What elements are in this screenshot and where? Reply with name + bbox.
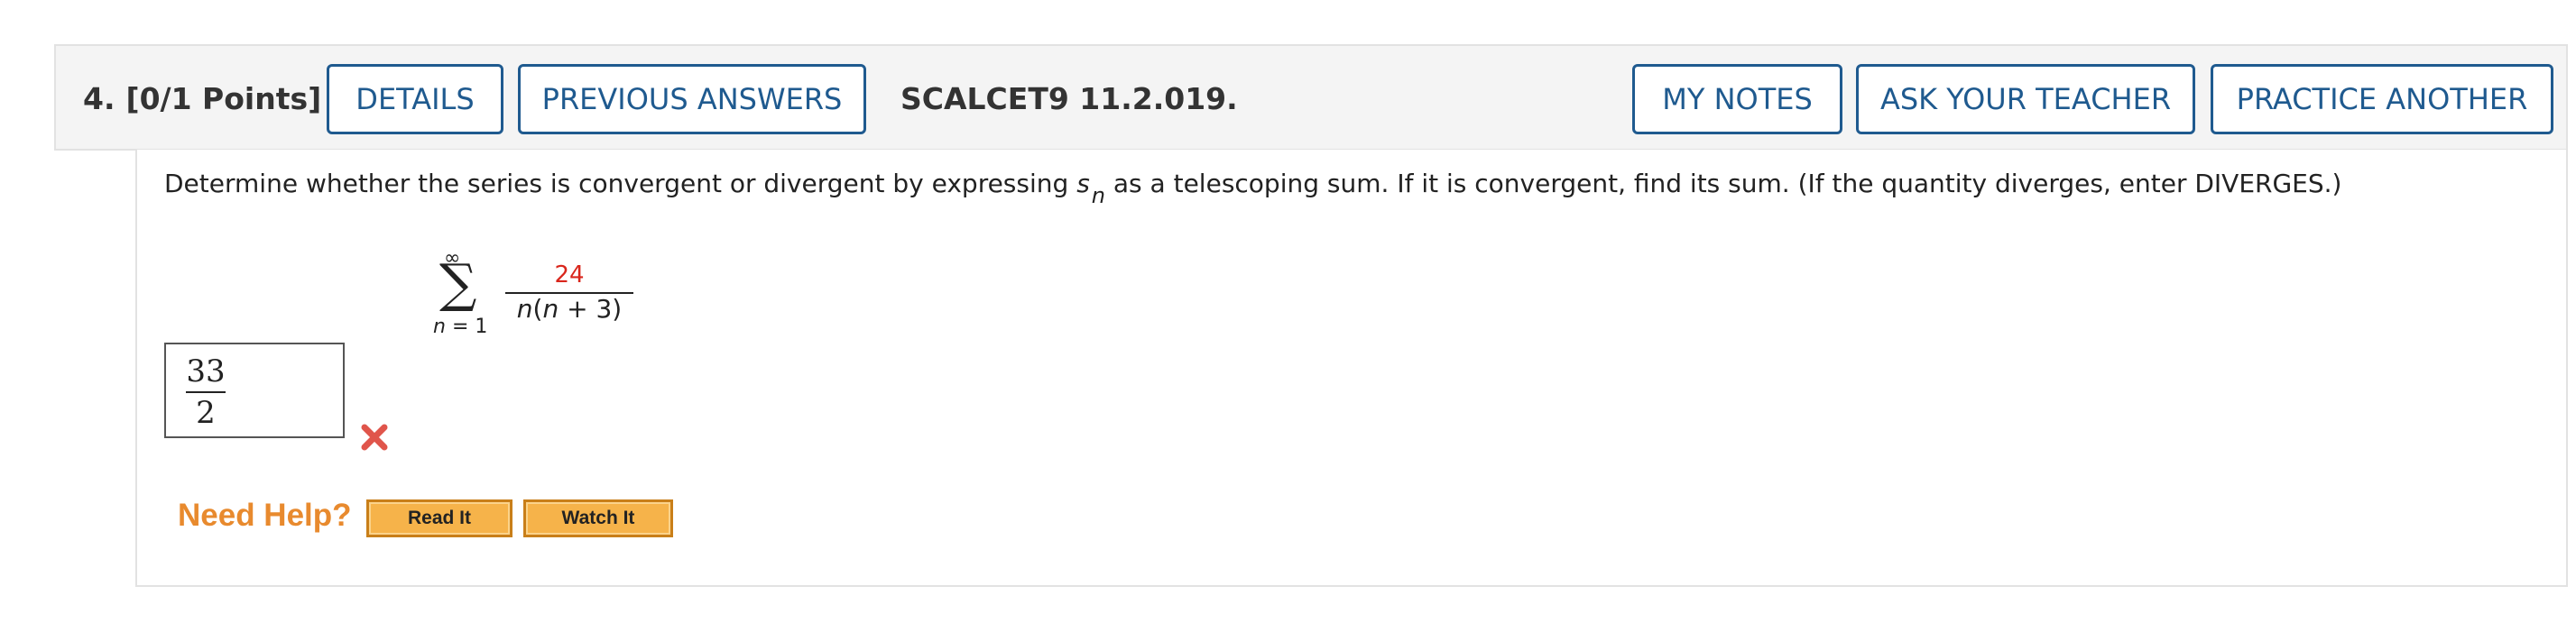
need-help-label: Need Help? xyxy=(178,498,352,533)
series-expression: ∞ ∑ n = 1 24 n(n + 3) xyxy=(300,247,642,373)
denominator-var-1: n xyxy=(516,294,533,324)
prompt-subscript: n xyxy=(1091,183,1105,208)
sum-lower-var: n xyxy=(433,316,446,338)
question-header: 4. [0/1 Points] DETAILS PREVIOUS ANSWERS … xyxy=(54,44,2568,151)
answer-numerator: 33 xyxy=(186,353,226,389)
sigma-symbol: ∑ xyxy=(439,252,477,314)
details-button[interactable]: DETAILS xyxy=(327,64,503,134)
sum-lower-limit: n = 1 xyxy=(433,316,487,338)
question-code: SCALCET9 11.2.019. xyxy=(900,81,1238,116)
sum-lower-eq: = 1 xyxy=(445,316,488,338)
prompt-text-after: as a telescoping sum. If it is convergen… xyxy=(1105,169,2342,198)
denominator-var-2: n xyxy=(542,294,559,324)
fraction-denominator: n(n + 3) xyxy=(505,294,633,324)
answer-input[interactable]: 33 2 xyxy=(164,343,345,438)
answer-denominator: 2 xyxy=(196,395,216,431)
denominator-rest: + 3) xyxy=(559,294,623,324)
read-it-button[interactable]: Read It xyxy=(366,499,512,537)
answer-fraction-bar xyxy=(186,391,226,393)
ask-your-teacher-button[interactable]: ASK YOUR TEACHER xyxy=(1856,64,2195,134)
watch-it-button[interactable]: Watch It xyxy=(523,499,673,537)
question-number: 4. [0/1 Points] xyxy=(83,46,321,152)
prompt-variable: s xyxy=(1076,169,1090,198)
wrong-icon xyxy=(361,424,388,451)
question-points: [0/1 Points] xyxy=(125,81,322,116)
question-index: 4. xyxy=(83,81,115,116)
prompt-text-before: Determine whether the series is converge… xyxy=(164,169,1077,198)
previous-answers-button[interactable]: PREVIOUS ANSWERS xyxy=(518,64,866,134)
denominator-paren: ( xyxy=(532,294,543,324)
question-body: Determine whether the series is converge… xyxy=(135,150,2568,587)
fraction-numerator: 24 xyxy=(554,261,585,289)
my-notes-button[interactable]: MY NOTES xyxy=(1632,64,1842,134)
practice-another-button[interactable]: PRACTICE ANOTHER xyxy=(2211,64,2553,134)
question-prompt: Determine whether the series is converge… xyxy=(164,157,2341,212)
